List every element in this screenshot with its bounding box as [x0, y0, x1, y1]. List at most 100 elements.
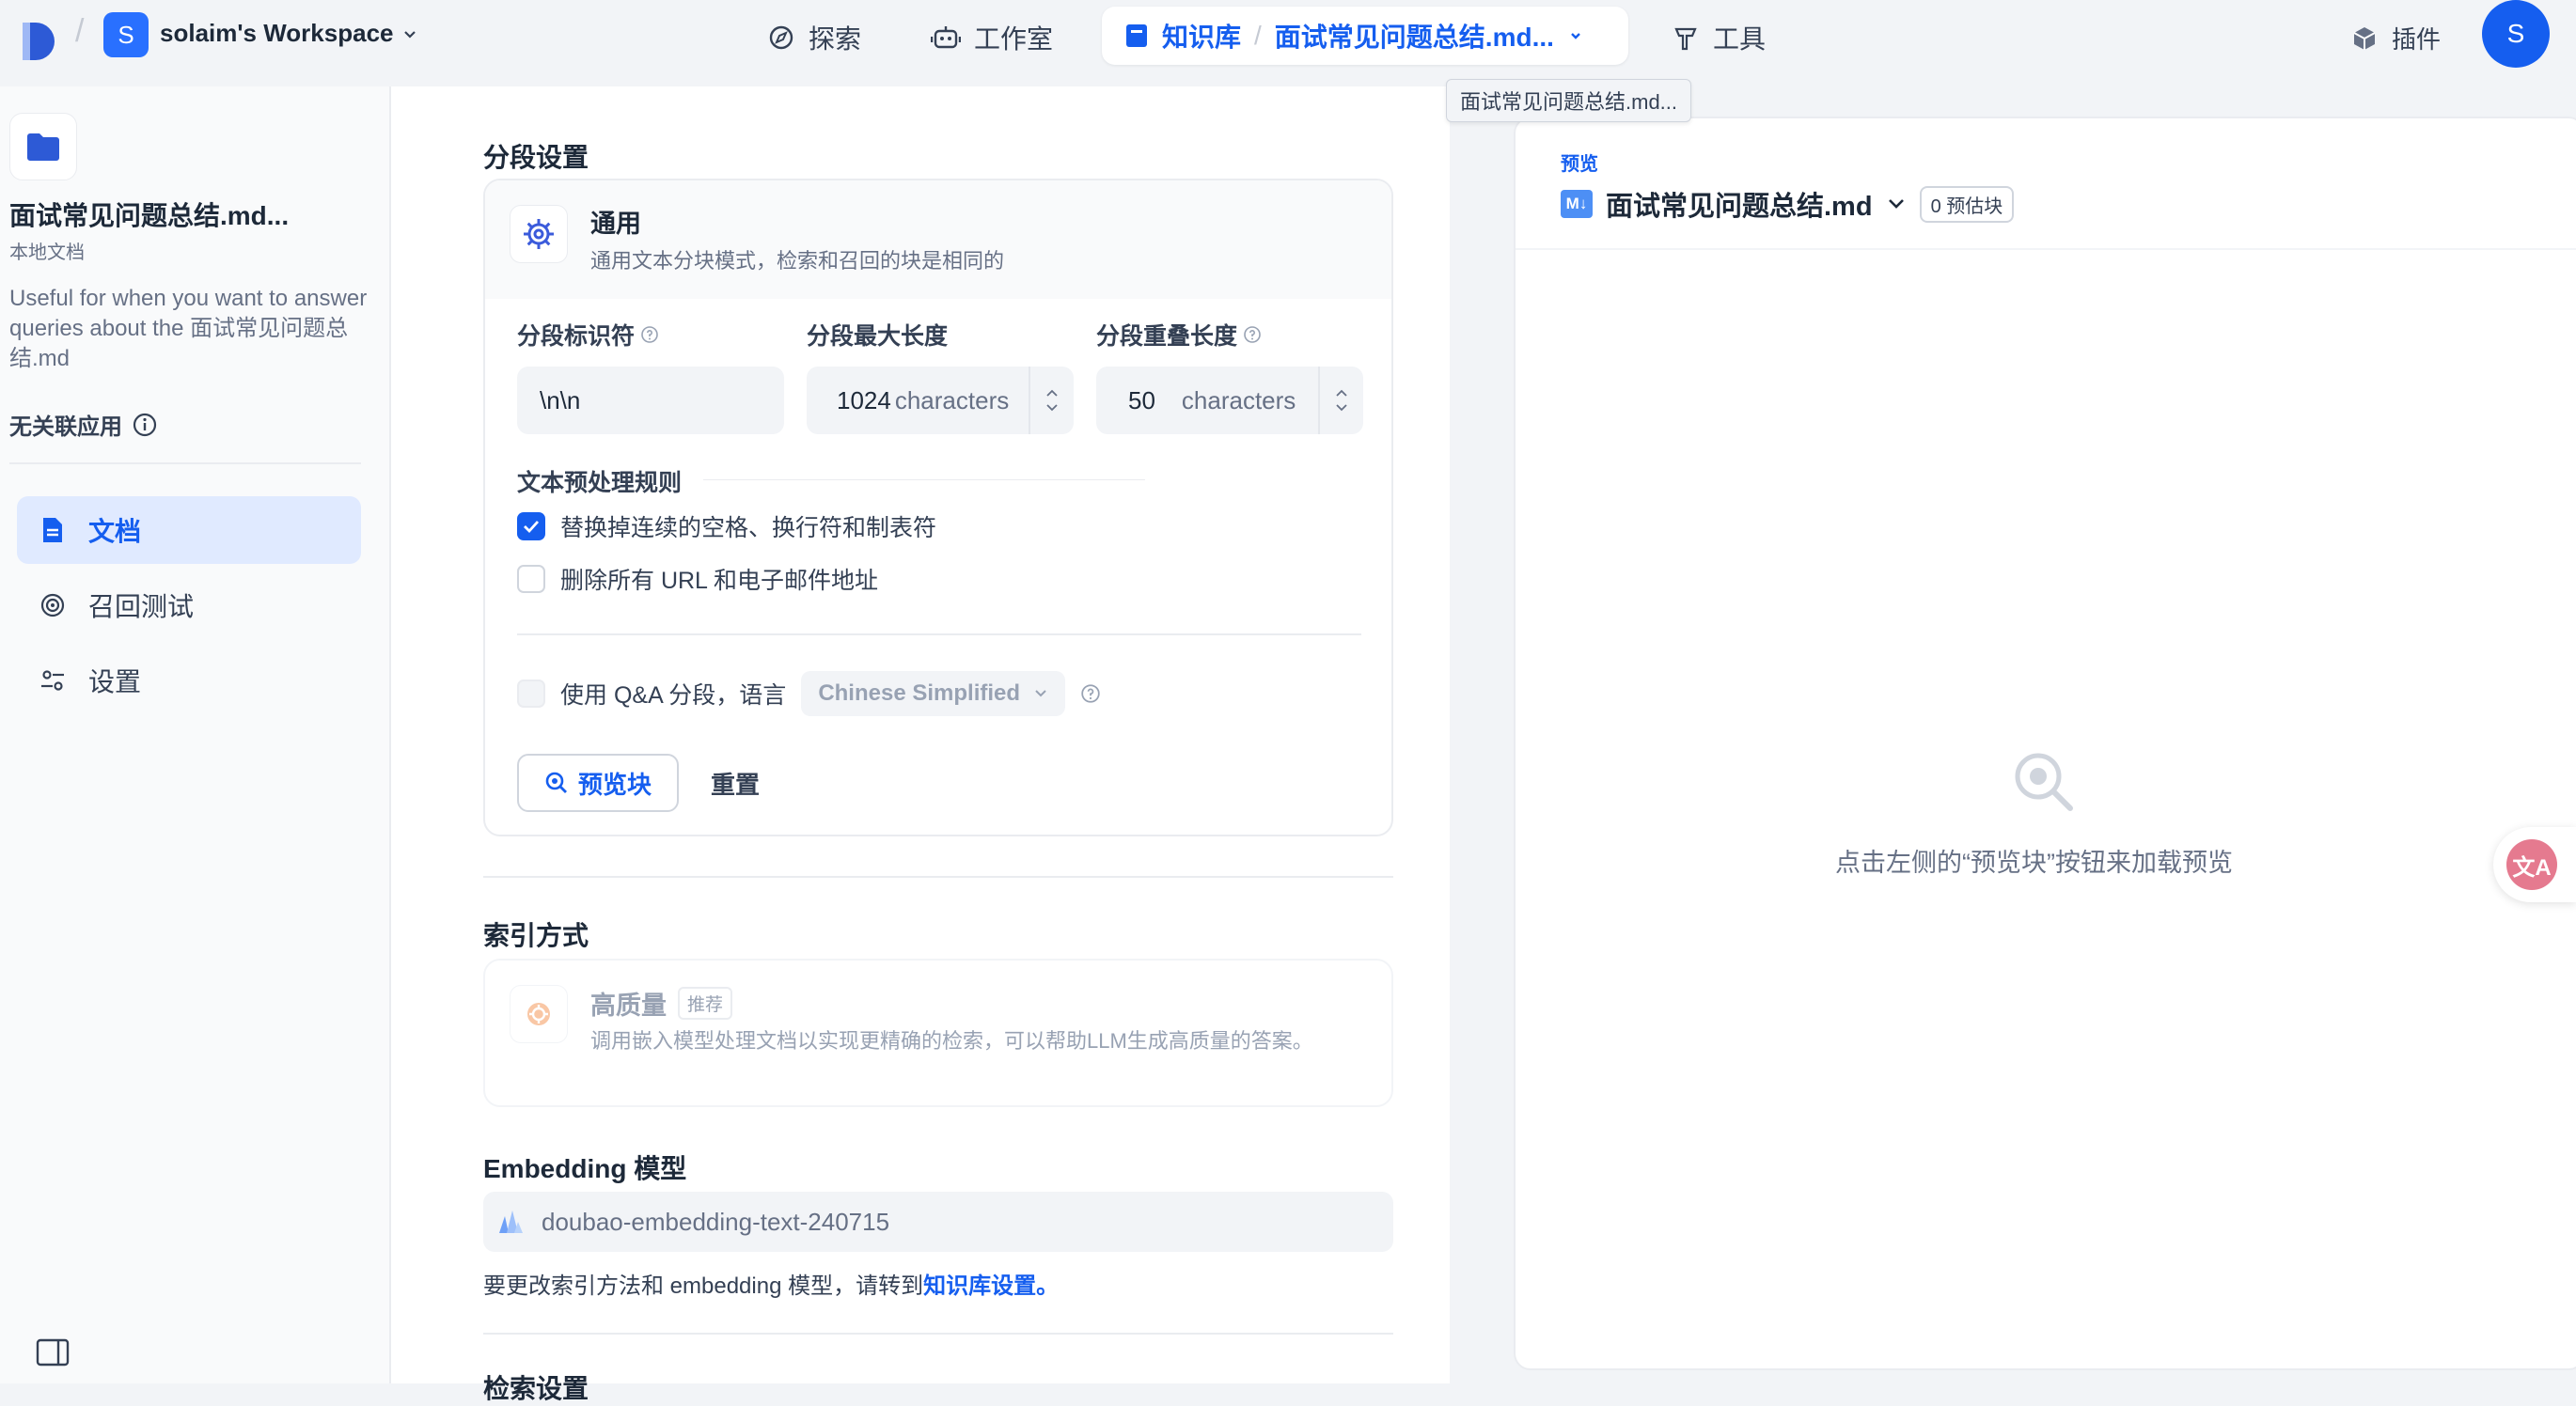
index-method-title: 索引方式	[483, 921, 589, 950]
preview-file-selector[interactable]: M↓ 面试常见问题总结.md 0 预估块	[1561, 184, 2015, 224]
workspace-switcher[interactable]: solaim's Workspace	[160, 19, 418, 48]
breadcrumb-tooltip: 面试常见问题总结.md...	[1446, 79, 1692, 122]
breadcrumb-document[interactable]: 面试常见问题总结.md...	[1275, 17, 1554, 55]
identifier-input[interactable]: \n\n	[517, 367, 784, 434]
target-icon	[39, 592, 66, 618]
sidebar-item-label: 设置	[88, 667, 142, 696]
user-avatar[interactable]: S	[2482, 0, 2550, 68]
sun-icon	[510, 985, 568, 1043]
translate-icon: 文A	[2506, 839, 2557, 890]
max-length-stepper[interactable]	[1029, 367, 1074, 434]
book-icon	[1124, 23, 1149, 49]
segment-settings-card: 通用 通用文本分块模式，检索和召回的块是相同的 分段标识符 \n\n 分段最大长…	[483, 179, 1393, 836]
nav-studio[interactable]: 工作室	[931, 19, 1053, 56]
language-select[interactable]: Chinese Simplified	[801, 671, 1066, 716]
max-length-input[interactable]: 1024 characters	[807, 367, 1074, 434]
model-provider-icon	[496, 1208, 525, 1236]
top-navigation-bar: / S solaim's Workspace 探索 工作室 知识库 / 面试常见…	[0, 0, 2576, 86]
rule-replace-whitespace[interactable]: 替换掉连续的空格、换行符和制表符	[517, 509, 936, 543]
settings-sliders-icon	[39, 667, 66, 694]
preview-panel: 预览 M↓ 面试常见问题总结.md 0 预估块 点击左侧的“预览块”按钮来加载预…	[1514, 117, 2576, 1370]
chevron-up-icon	[1046, 389, 1058, 397]
recommended-badge: 推荐	[678, 987, 733, 1020]
checkbox-unchecked[interactable]	[517, 565, 545, 593]
markdown-file-icon: M↓	[1561, 190, 1593, 218]
workspace-badge[interactable]: S	[103, 12, 149, 57]
nav-knowledge-active[interactable]: 知识库 / 面试常见问题总结.md...	[1102, 7, 1628, 65]
robot-icon	[931, 23, 961, 52]
help-icon[interactable]	[1243, 325, 1262, 344]
document-icon	[39, 516, 66, 544]
estimated-chunks-badge: 0 预估块	[1919, 185, 2015, 223]
info-icon[interactable]	[132, 412, 158, 438]
preprocess-rules-title: 文本预处理规则	[517, 470, 683, 496]
help-icon[interactable]	[640, 325, 659, 344]
preview-empty-message: 点击左侧的“预览块”按钮来加载预览	[1835, 849, 2233, 877]
chevron-down-icon	[1336, 404, 1347, 412]
search-icon	[2010, 748, 2078, 816]
chevron-down-icon	[1046, 404, 1058, 412]
index-high-quality-option[interactable]: 高质量 推荐 调用嵌入模型处理文档以实现更精确的检索，可以帮助LLM生成高质量的…	[483, 959, 1393, 1107]
nav-explore[interactable]: 探索	[767, 19, 861, 56]
divider	[517, 633, 1361, 635]
rule-remove-urls[interactable]: 删除所有 URL 和电子邮件地址	[517, 562, 878, 596]
breadcrumb-separator: /	[1254, 21, 1262, 50]
checkbox-disabled[interactable]	[517, 680, 545, 708]
dataset-icon	[9, 113, 77, 180]
dataset-title: 面试常见问题总结.md...	[9, 201, 290, 230]
checkbox-checked[interactable]	[517, 512, 545, 540]
embedding-model-field: doubao-embedding-text-240715	[483, 1192, 1393, 1252]
sidebar-item-label: 文档	[88, 517, 142, 546]
chevron-down-icon	[401, 25, 418, 42]
rules-title-divider	[703, 479, 1145, 480]
preview-header-divider	[1516, 248, 2576, 250]
sidebar-item-documents[interactable]: 文档	[17, 496, 361, 564]
workspace-name: solaim's Workspace	[160, 19, 394, 47]
gear-icon	[510, 205, 568, 263]
sidebar-item-settings[interactable]: 设置	[17, 647, 361, 714]
embedding-model-title: Embedding 模型	[483, 1154, 687, 1183]
section-divider	[483, 1333, 1393, 1335]
collapse-sidebar-icon[interactable]	[36, 1338, 70, 1367]
high-quality-description: 调用嵌入模型处理文档以实现更精确的检索，可以帮助LLM生成高质量的答案。	[590, 1029, 1313, 1053]
reset-button[interactable]: 重置	[711, 754, 760, 812]
app-logo[interactable]	[19, 17, 58, 66]
dataset-sidebar: 面试常见问题总结.md... 本地文档 Useful for when you …	[0, 86, 391, 1383]
compass-icon	[767, 23, 795, 52]
dataset-subtitle: 本地文档	[9, 242, 85, 263]
cube-icon	[2350, 24, 2379, 53]
translate-floating-button[interactable]: 文A	[2493, 827, 2576, 902]
max-length-label: 分段最大长度	[807, 323, 949, 350]
section-divider	[483, 876, 1393, 878]
help-icon[interactable]	[1080, 683, 1101, 704]
dataset-description: Useful for when you want to answer queri…	[9, 286, 368, 371]
sidebar-item-retrieval-test[interactable]: 召回测试	[17, 571, 361, 639]
chevron-down-icon	[1035, 690, 1046, 697]
high-quality-title-row: 高质量 推荐	[590, 985, 733, 1022]
chevron-up-icon	[1336, 389, 1347, 397]
overlap-length-stepper[interactable]	[1318, 367, 1363, 434]
segment-settings-title: 分段设置	[483, 143, 589, 172]
no-linked-app: 无关联应用	[9, 408, 158, 441]
embedding-note: 要更改索引方法和 embedding 模型，请转到知识库设置。	[483, 1273, 1060, 1299]
hammer-icon	[1672, 23, 1700, 52]
overlap-length-label: 分段重叠长度	[1096, 318, 1262, 352]
identifier-label: 分段标识符	[517, 318, 659, 352]
breadcrumb-separator: /	[75, 13, 85, 49]
mode-title: 通用	[590, 210, 641, 238]
plugins-button[interactable]: 插件	[2350, 21, 2441, 55]
dataset-settings-link[interactable]: 知识库设置。	[923, 1273, 1059, 1299]
retrieval-settings-title: 检索设置	[483, 1374, 589, 1403]
nav-tools[interactable]: 工具	[1672, 19, 1766, 56]
chevron-down-icon[interactable]	[1567, 27, 1584, 44]
preview-label: 预览	[1561, 154, 1598, 175]
search-zoom-icon	[544, 771, 569, 795]
sidebar-item-label: 召回测试	[88, 592, 195, 621]
overlap-length-input[interactable]: 50 characters	[1096, 367, 1363, 434]
qa-segmentation-option[interactable]: 使用 Q&A 分段，语言 Chinese Simplified	[517, 671, 1101, 716]
preview-chunks-button[interactable]: 预览块	[517, 754, 679, 812]
chevron-down-icon[interactable]	[1886, 196, 1907, 211]
nav-knowledge-label[interactable]: 知识库	[1162, 17, 1241, 55]
general-mode-header[interactable]: 通用 通用文本分块模式，检索和召回的块是相同的	[485, 180, 1391, 299]
sidebar-divider	[9, 462, 361, 464]
